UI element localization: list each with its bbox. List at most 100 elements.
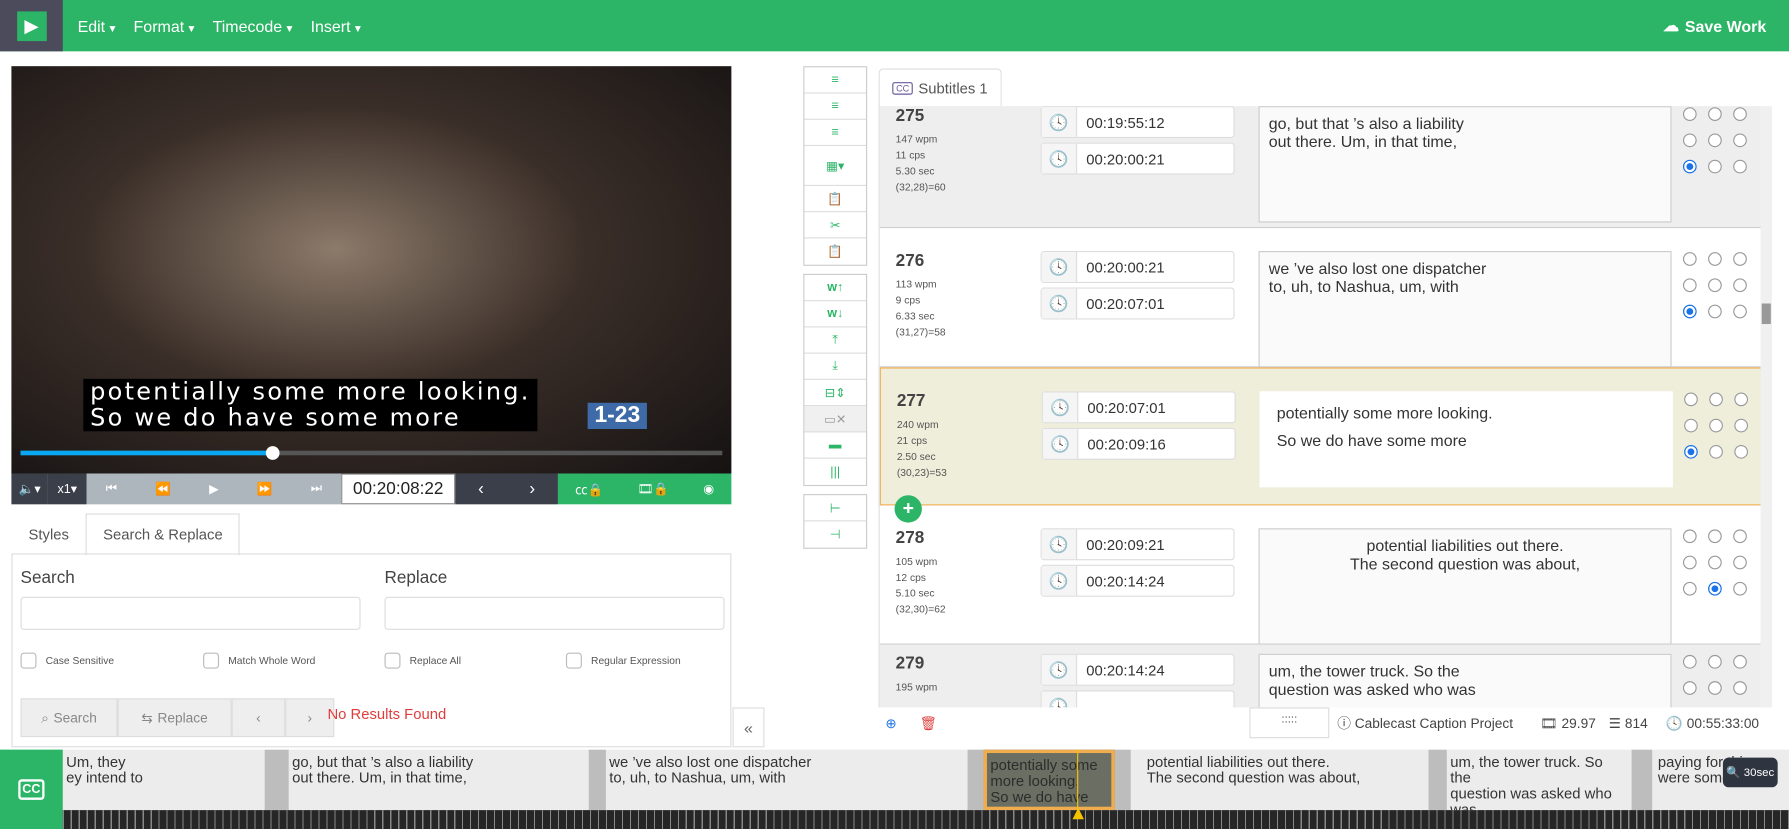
app-logo[interactable]: ▶	[0, 0, 63, 52]
prev-result-button[interactable]: ‹	[231, 698, 286, 738]
subtitle-row[interactable]: 276 113 wpm 9 cps 6.33 sec (31,27)=58 🕓 00:2…	[879, 228, 1761, 368]
trash-icon[interactable]: 🗑	[920, 715, 937, 731]
menu-timecode[interactable]: Timecode ▼	[213, 17, 295, 35]
position-radio[interactable]	[1733, 555, 1747, 570]
rewind-icon[interactable]: ⏪	[155, 482, 171, 497]
case-sensitive-checkbox[interactable]: Case Sensitive	[20, 652, 114, 669]
subtitle-text-area[interactable]: potentially some more looking. So we do …	[1259, 391, 1673, 488]
position-radio[interactable]	[1733, 159, 1747, 174]
position-radio[interactable]	[1708, 252, 1722, 266]
position-radio[interactable]	[1734, 444, 1749, 459]
position-radio[interactable]	[1682, 681, 1697, 695]
play-icon[interactable]: ▶	[209, 482, 219, 497]
position-radio[interactable]	[1733, 654, 1747, 669]
next-frame-icon[interactable]: ›	[529, 479, 535, 498]
merge-icon[interactable]: ⊟⇕	[804, 380, 867, 407]
subtitle-row[interactable]: 275 147 wpm 11 cps 5.30 sec (32,28)=60 🕓 00:…	[879, 106, 1761, 229]
timeline-gap-handle[interactable]	[1631, 749, 1653, 811]
position-radio[interactable]	[1708, 107, 1722, 121]
position-radio[interactable]	[1734, 418, 1749, 433]
position-radio[interactable]	[1733, 681, 1747, 695]
replace-all-checkbox[interactable]: Replace All	[384, 652, 461, 669]
timeline-track[interactable]: Um, they ey intend to go, but that ’s als…	[0, 749, 1789, 811]
regular-expression-checkbox[interactable]: Regular Expression	[565, 652, 681, 669]
position-radio[interactable]	[1733, 581, 1747, 596]
position-radio[interactable]	[1682, 304, 1697, 319]
position-radio[interactable]	[1682, 133, 1697, 148]
list-scrollbar[interactable]	[1760, 106, 1772, 708]
start-time-field[interactable]: 🕓 00:19:55:12	[1040, 106, 1235, 139]
timeline-caption-block[interactable]: potentially some more looking. So we do …	[983, 749, 1115, 811]
position-radio[interactable]	[1682, 529, 1697, 544]
timeline-gap-handle[interactable]	[1114, 749, 1131, 811]
subtitle-row[interactable]: 278 105 wpm 12 cps 5.10 sec (32,30)=62 🕓 00:…	[879, 505, 1761, 645]
cut-icon[interactable]: ✂	[804, 212, 867, 239]
subtitle-row[interactable]: 279 195 wpm 🕓 00:20:14:24 🕓 um, the tower…	[879, 644, 1761, 708]
position-radio[interactable]	[1682, 107, 1697, 121]
columns-icon[interactable]: |||	[804, 459, 866, 485]
line-icon[interactable]: ▬	[804, 432, 867, 459]
resize-grip[interactable]: :::::	[1249, 707, 1330, 739]
move-up-icon[interactable]: ⤒	[804, 327, 867, 354]
playhead-marker[interactable]	[1072, 807, 1084, 820]
start-time-field[interactable]: 🕓 00:20:00:21	[1040, 251, 1235, 283]
prev-frame-icon[interactable]: ‹	[478, 479, 484, 498]
timeline-gap-handle[interactable]	[1428, 749, 1447, 811]
subtitle-text-area[interactable]: um, the tower truck. So the question was…	[1258, 653, 1672, 708]
align-center-icon[interactable]: ≡	[804, 94, 867, 120]
speed-dropdown[interactable]: x1 ▾	[47, 473, 87, 505]
replace-button[interactable]: ⇆ Replace	[117, 698, 232, 738]
end-time-field[interactable]: 🕓 00:20:14:24	[1040, 564, 1235, 597]
replace-input[interactable]	[384, 596, 725, 630]
position-radio[interactable]	[1708, 133, 1722, 148]
timeline-caption-block[interactable]: go, but that ’s also a liability out the…	[289, 750, 591, 810]
collapse-panel-button[interactable]: «	[732, 707, 765, 748]
position-radio[interactable]	[1682, 252, 1697, 266]
search-button[interactable]: ⌕ Search	[20, 698, 118, 738]
end-time-field[interactable]: 🕓	[1040, 690, 1235, 708]
delete-split-icon[interactable]: ▭✕	[804, 406, 867, 433]
timeline-caption-block[interactable]: um, the tower truck. So the question was…	[1447, 750, 1630, 810]
menu-edit[interactable]: Edit ▼	[78, 17, 118, 35]
fast-forward-icon[interactable]: ⏩	[257, 482, 273, 497]
word-up-icon[interactable]: w ↑	[804, 275, 867, 302]
timeline-gap-handle[interactable]	[264, 749, 289, 811]
tab-subtitles-1[interactable]: CC Subtitles 1	[878, 68, 1002, 108]
scrollbar-thumb[interactable]	[1761, 303, 1771, 325]
position-radio[interactable]	[1708, 159, 1722, 174]
video-player[interactable]: 1-23 potentially some more looking. So we…	[11, 66, 732, 474]
end-time-field[interactable]: 🕓 00:20:07:01	[1040, 287, 1235, 320]
align-left-icon[interactable]: ≡	[804, 67, 867, 94]
film-lock-icon[interactable]: 🎞🔒	[637, 482, 669, 497]
menu-insert[interactable]: Insert ▼	[311, 17, 363, 35]
end-time-field[interactable]: 🕓 00:20:09:16	[1041, 427, 1236, 460]
seek-handle[interactable]	[266, 446, 280, 460]
tab-styles[interactable]: Styles	[11, 513, 86, 555]
position-radio[interactable]	[1684, 444, 1698, 459]
skip-start-icon[interactable]: ⏮	[106, 482, 117, 497]
position-radio[interactable]	[1733, 252, 1747, 266]
position-radio[interactable]	[1708, 581, 1722, 596]
position-radio[interactable]	[1733, 529, 1747, 544]
save-work-button[interactable]: ☁ Save Work	[1663, 0, 1766, 51]
grid-position-dropdown[interactable]: ▦▾	[804, 146, 867, 186]
timeline-caption-block[interactable]: we ’ve also lost one dispatcher to, uh, …	[606, 750, 983, 810]
timeline-caption-block[interactable]: potential liabilities out there. The sec…	[1143, 750, 1425, 810]
tab-search-replace[interactable]: Search & Replace	[86, 513, 240, 556]
position-radio[interactable]	[1708, 681, 1722, 695]
position-radio[interactable]	[1684, 392, 1698, 407]
start-time-field[interactable]: 🕓 00:20:14:24	[1040, 653, 1235, 686]
start-time-field[interactable]: 🕓 00:20:09:21	[1040, 528, 1235, 561]
end-time-field[interactable]: 🕓 00:20:00:21	[1040, 142, 1235, 175]
position-radio[interactable]	[1709, 392, 1723, 407]
volume-button[interactable]: 🔈▾	[11, 473, 48, 505]
paste-add-icon[interactable]: 📋	[804, 186, 867, 213]
timecode-display[interactable]: 00:20:08:22	[341, 473, 456, 505]
position-radio[interactable]	[1733, 304, 1747, 319]
timeline-zoom-button[interactable]: 🔍 30sec	[1722, 757, 1778, 788]
position-radio[interactable]	[1682, 654, 1697, 669]
menu-format[interactable]: Format ▼	[134, 17, 197, 35]
position-radio[interactable]	[1708, 654, 1722, 669]
position-radio[interactable]	[1684, 418, 1698, 433]
subtitle-text-area[interactable]: we ’ve also lost one dispatcher to, uh, …	[1258, 251, 1672, 368]
